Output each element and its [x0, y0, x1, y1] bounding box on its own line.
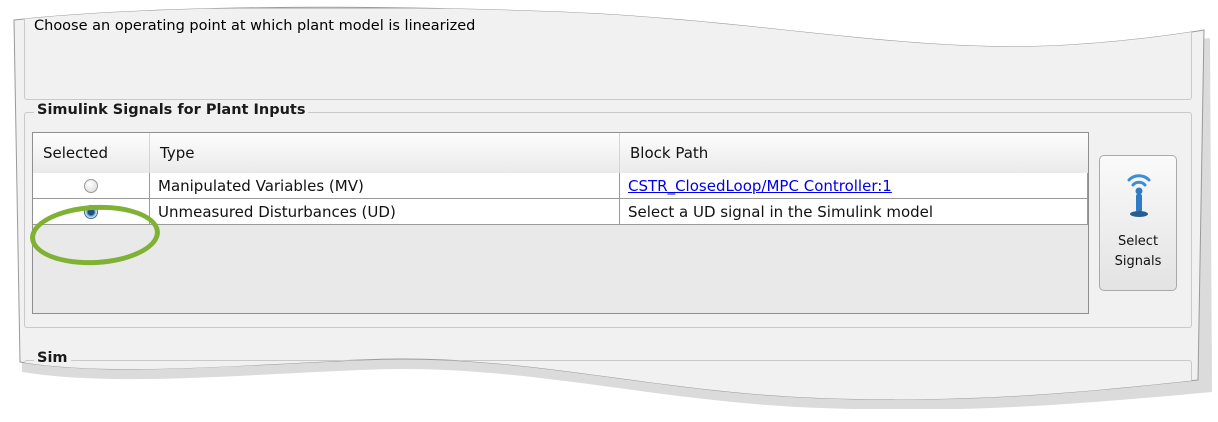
select-signals-label-line1: Select — [1117, 234, 1159, 249]
plant-inputs-table: Selected Type Block Path Manipulated Var… — [32, 132, 1089, 314]
table-row: Manipulated Variables (MV) CSTR_ClosedLo… — [33, 173, 1088, 199]
column-header-block-path[interactable]: Block Path — [620, 133, 1088, 173]
plant-inputs-group-title: Simulink Signals for Plant Inputs — [34, 102, 308, 118]
block-path-cell: CSTR_ClosedLoop/MPC Controller:1 — [620, 173, 1088, 199]
signal-probe-icon — [1100, 160, 1178, 230]
next-section-title: Sim — [34, 350, 71, 366]
select-signals-button[interactable]: Select Signals — [1099, 155, 1177, 291]
column-header-selected[interactable]: Selected — [33, 133, 150, 173]
mv-radio-button[interactable] — [84, 179, 98, 193]
table-row: Unmeasured Disturbances (UD) Select a UD… — [33, 199, 1088, 225]
torn-screenshot-sheet: Choose an operating point at which plant… — [0, 0, 1218, 409]
operating-point-description: Choose an operating point at which plant… — [34, 18, 476, 34]
block-path-cell[interactable]: Select a UD signal in the Simulink model — [620, 199, 1088, 225]
column-header-type[interactable]: Type — [150, 133, 620, 173]
select-signals-label: Select Signals — [1100, 232, 1176, 272]
selected-cell — [33, 173, 150, 199]
table-header: Selected Type Block Path — [33, 133, 1088, 174]
dialog-content: Choose an operating point at which plant… — [0, 0, 1218, 409]
type-cell: Manipulated Variables (MV) — [150, 173, 620, 199]
select-signals-label-line2: Signals — [1114, 254, 1162, 269]
block-path-link[interactable]: CSTR_ClosedLoop/MPC Controller:1 — [628, 177, 892, 195]
type-cell: Unmeasured Disturbances (UD) — [150, 199, 620, 225]
